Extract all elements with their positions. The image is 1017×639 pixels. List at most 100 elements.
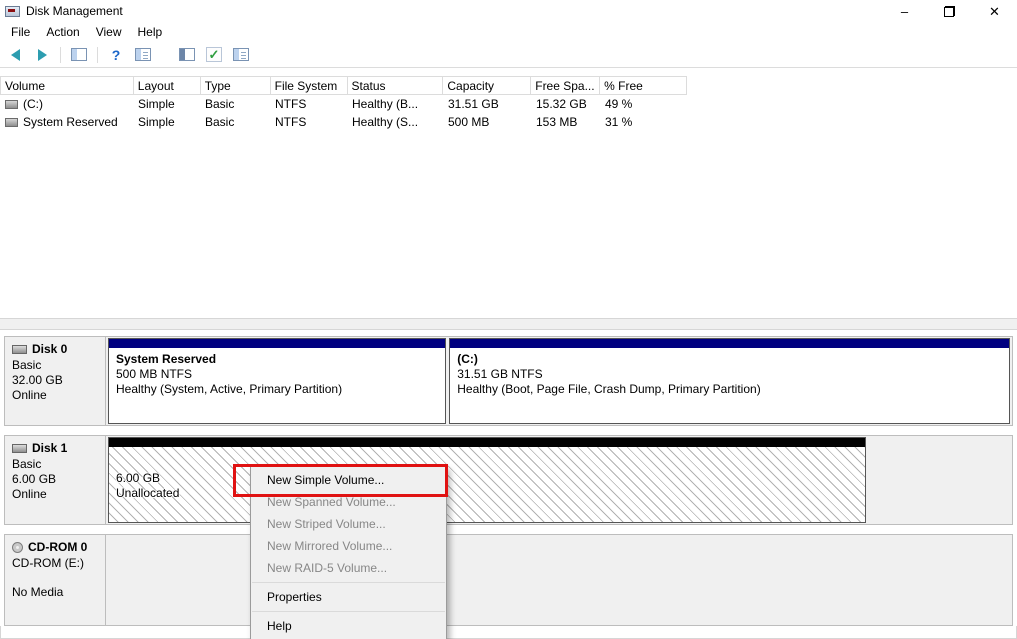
console-tree-icon xyxy=(71,48,87,61)
primary-partition-stripe xyxy=(109,339,445,348)
toolbar-separator xyxy=(60,47,61,63)
action-pane-icon xyxy=(179,48,195,61)
cell-pct-free: 31 % xyxy=(600,115,687,129)
column-header-pct-free[interactable]: % Free xyxy=(600,77,687,94)
context-menu: New Simple Volume... New Spanned Volume.… xyxy=(250,466,447,639)
cell-file-system: NTFS xyxy=(270,115,347,129)
menu-separator xyxy=(252,611,445,612)
export-list-button[interactable] xyxy=(133,45,153,65)
cdrom-label[interactable]: CD-ROM 0 CD-ROM (E:) No Media xyxy=(5,535,106,625)
menu-item-new-striped-volume: New Striped Volume... xyxy=(251,513,446,535)
table-row-system-reserved[interactable]: System Reserved Simple Basic NTFS Health… xyxy=(0,113,1017,131)
menu-item-new-mirrored-volume: New Mirrored Volume... xyxy=(251,535,446,557)
minimize-button[interactable]: – xyxy=(882,0,927,23)
restore-button[interactable] xyxy=(927,0,972,23)
forward-button[interactable] xyxy=(32,45,52,65)
details-pane-icon xyxy=(233,48,249,61)
pane-splitter[interactable] xyxy=(0,318,1017,330)
menu-file[interactable]: File xyxy=(3,23,38,41)
disk-icon xyxy=(12,444,27,453)
disk1-type: Basic xyxy=(12,457,98,472)
partition-system-reserved[interactable]: System Reserved 500 MB NTFS Healthy (Sys… xyxy=(108,338,446,424)
disk-icon xyxy=(12,345,27,354)
partition-status: Healthy (System, Active, Primary Partiti… xyxy=(116,382,438,397)
column-header-status[interactable]: Status xyxy=(348,77,444,94)
unallocated-stripe xyxy=(109,438,865,447)
column-header-layout[interactable]: Layout xyxy=(134,77,201,94)
partition-status: Healthy (Boot, Page File, Crash Dump, Pr… xyxy=(457,382,1002,397)
menu-view[interactable]: View xyxy=(88,23,130,41)
details-pane-button[interactable] xyxy=(231,45,251,65)
back-icon xyxy=(11,49,20,61)
graphical-view-pane: Disk 0 Basic 32.00 GB Online System Rese… xyxy=(0,330,1017,626)
disk0-status: Online xyxy=(12,388,98,403)
disk1-label[interactable]: Disk 1 Basic 6.00 GB Online xyxy=(5,436,106,524)
disk0-size: 32.00 GB xyxy=(12,373,98,388)
cell-file-system: NTFS xyxy=(270,97,347,111)
cell-type: Basic xyxy=(200,97,270,111)
export-list-icon xyxy=(135,48,151,61)
app-icon xyxy=(5,6,20,17)
disk1-size: 6.00 GB xyxy=(12,472,98,487)
action-pane-button[interactable] xyxy=(177,45,197,65)
disk0-type: Basic xyxy=(12,358,98,373)
menu-item-new-spanned-volume: New Spanned Volume... xyxy=(251,491,446,513)
disk-management-window: Disk Management – ✕ File Action View Hel… xyxy=(0,0,1017,639)
disk0-graphic: System Reserved 500 MB NTFS Healthy (Sys… xyxy=(106,337,1012,425)
disk1-status: Online xyxy=(12,487,98,502)
table-row-volume-c[interactable]: (C:) Simple Basic NTFS Healthy (B... 31.… xyxy=(0,95,1017,113)
unallocated-label: Unallocated xyxy=(116,486,858,501)
minimize-icon: – xyxy=(901,4,908,19)
unallocated-space[interactable]: 6.00 GB Unallocated xyxy=(108,437,866,523)
cell-volume: System Reserved xyxy=(0,115,133,129)
column-header-file-system[interactable]: File System xyxy=(271,77,348,94)
disk1-graphic: 6.00 GB Unallocated xyxy=(106,436,1012,524)
menu-separator xyxy=(252,582,445,583)
cdrom-status: No Media xyxy=(12,585,98,600)
menu-action[interactable]: Action xyxy=(38,23,87,41)
title-bar: Disk Management – ✕ xyxy=(0,0,1017,22)
column-header-type[interactable]: Type xyxy=(201,77,271,94)
disk0-label[interactable]: Disk 0 Basic 32.00 GB Online xyxy=(5,337,106,425)
cell-free-space: 15.32 GB xyxy=(531,97,600,111)
cdrom-graphic xyxy=(106,535,1012,625)
menu-item-new-raid5-volume: New RAID-5 Volume... xyxy=(251,557,446,579)
cdrom-row: CD-ROM 0 CD-ROM (E:) No Media xyxy=(4,534,1013,626)
cell-pct-free: 49 % xyxy=(600,97,687,111)
close-button[interactable]: ✕ xyxy=(972,0,1017,23)
column-header-volume[interactable]: Volume xyxy=(1,77,134,94)
primary-partition-stripe xyxy=(450,339,1009,348)
toolbar: ? ✓ xyxy=(0,42,1017,68)
drive-icon xyxy=(5,100,18,109)
show-hide-console-tree-button[interactable] xyxy=(69,45,89,65)
cell-status: Healthy (B... xyxy=(347,97,443,111)
unallocated-size: 6.00 GB xyxy=(116,471,858,486)
cd-icon xyxy=(12,542,23,553)
volume-list-pane: Volume Layout Type File System Status Ca… xyxy=(0,68,1017,318)
partition-size: 500 MB NTFS xyxy=(116,367,438,382)
help-icon: ? xyxy=(112,47,121,63)
cdrom-name: CD-ROM 0 xyxy=(28,540,87,555)
checkmark-button[interactable]: ✓ xyxy=(204,45,224,65)
disk0-name: Disk 0 xyxy=(32,342,67,357)
menu-item-new-simple-volume[interactable]: New Simple Volume... xyxy=(251,469,446,491)
disk1-row: Disk 1 Basic 6.00 GB Online 6.00 GB Unal… xyxy=(4,435,1013,525)
forward-icon xyxy=(38,49,47,61)
drive-icon xyxy=(5,118,18,127)
cell-type: Basic xyxy=(200,115,270,129)
back-button[interactable] xyxy=(5,45,25,65)
menu-help[interactable]: Help xyxy=(130,23,171,41)
cell-volume: (C:) xyxy=(0,97,133,111)
column-header-capacity[interactable]: Capacity xyxy=(443,77,531,94)
partition-size: 31.51 GB NTFS xyxy=(457,367,1002,382)
menu-bar: File Action View Help xyxy=(0,22,1017,42)
volume-table-header: Volume Layout Type File System Status Ca… xyxy=(0,76,687,95)
checkmark-document-icon: ✓ xyxy=(206,47,222,62)
menu-item-properties[interactable]: Properties xyxy=(251,586,446,608)
cdrom-drive-letter: CD-ROM (E:) xyxy=(12,556,98,571)
cell-layout: Simple xyxy=(133,97,200,111)
column-header-free-space[interactable]: Free Spa... xyxy=(531,77,600,94)
help-button[interactable]: ? xyxy=(106,45,126,65)
menu-item-help[interactable]: Help xyxy=(251,615,446,637)
partition-c[interactable]: (C:) 31.51 GB NTFS Healthy (Boot, Page F… xyxy=(449,338,1010,424)
